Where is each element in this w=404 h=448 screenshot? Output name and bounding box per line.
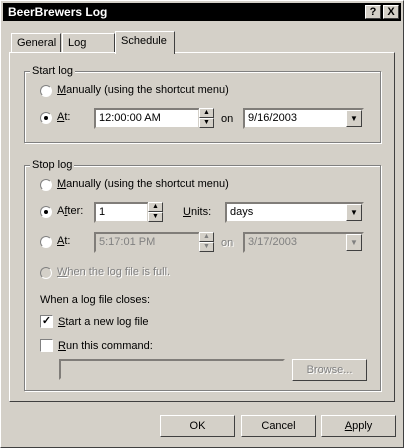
apply-hotkey: A [344, 420, 353, 432]
stop-log-legend: Stop log [30, 159, 75, 171]
cancel-button[interactable]: Cancel [241, 415, 316, 437]
stop-date-value: 3/17/2003 [248, 236, 297, 248]
schedule-panel: Start log Manually (using the shortcut m… [9, 52, 395, 402]
dropdown-arrow-icon[interactable]: ▼ [346, 234, 362, 251]
window-title: BeerBrewers Log [8, 5, 108, 19]
spin-down-icon[interactable]: ▼ [199, 118, 214, 128]
command-input[interactable] [59, 359, 285, 380]
start-manual-hotkey: M [57, 84, 67, 96]
run-command-checkbox[interactable] [40, 339, 53, 352]
apply-button[interactable]: Apply [321, 415, 396, 437]
spin-up-icon[interactable]: ▲ [199, 108, 214, 118]
spin-down-icon[interactable]: ▼ [199, 242, 214, 252]
start-log-group [24, 71, 381, 143]
apply-text: pply [352, 420, 373, 432]
start-manual-label[interactable]: Manually (using the shortcut menu) [57, 84, 229, 96]
stop-time-spinner[interactable]: ▲ ▼ [199, 232, 214, 253]
stop-manual-hotkey: M [57, 178, 67, 190]
dropdown-arrow-icon[interactable]: ▼ [346, 110, 362, 127]
stop-manual-radio[interactable] [40, 179, 52, 191]
title-bar: BeerBrewers Log ? X [3, 3, 401, 21]
radio-dot [44, 210, 48, 214]
browse-button[interactable]: Browse... [292, 359, 367, 381]
ok-button[interactable]: OK [160, 415, 235, 437]
run-cmd-text: un this command: [65, 340, 153, 352]
start-manual-radio[interactable] [40, 85, 52, 97]
dialog-window: BeerBrewers Log ? X General Log Files Sc… [0, 0, 404, 448]
units-value: days [230, 206, 254, 218]
spin-up-icon[interactable]: ▲ [199, 232, 214, 242]
when-closes-label: When a log file closes: [40, 294, 151, 306]
start-new-log-label[interactable]: Start a new log file [58, 316, 149, 328]
stop-manual-label[interactable]: Manually (using the shortcut menu) [57, 178, 229, 190]
stop-after-text: ter: [67, 205, 84, 217]
stop-on-label: on [221, 237, 234, 249]
start-log-legend: Start log [30, 65, 75, 77]
stop-when-full-radio[interactable] [40, 267, 52, 279]
start-at-label[interactable]: At: [57, 111, 70, 123]
stop-after-radio[interactable] [40, 206, 52, 218]
when-full-hotkey: W [57, 266, 68, 278]
stop-at-radio[interactable] [40, 236, 52, 248]
start-date-picker[interactable]: 9/16/2003 ▼ [243, 108, 364, 129]
stop-after-spinner[interactable]: ▲ ▼ [148, 202, 163, 223]
spin-up-icon[interactable]: ▲ [148, 202, 163, 212]
start-date-value: 9/16/2003 [248, 112, 297, 124]
help-button[interactable]: ? [365, 5, 381, 19]
start-time-spinner[interactable]: ▲ ▼ [199, 108, 214, 129]
stop-at-label[interactable]: At: [57, 235, 70, 247]
units-text: nits: [190, 206, 212, 218]
start-on-label: on [221, 113, 234, 125]
dropdown-arrow-icon[interactable]: ▼ [346, 204, 362, 221]
spin-down-icon[interactable]: ▼ [148, 212, 163, 222]
stop-log-group [24, 165, 381, 391]
stop-after-label[interactable]: After: [57, 205, 83, 217]
close-button[interactable]: X [383, 5, 399, 19]
tab-general[interactable]: General [11, 33, 61, 53]
stop-at-text: t: [64, 235, 71, 247]
tab-log-files[interactable]: Log Files [62, 33, 115, 67]
start-new-log-checkbox[interactable]: ✓ [40, 315, 53, 328]
start-manual-text: anually (using the shortcut menu) [66, 84, 229, 96]
stop-time-input[interactable]: 5:17:01 PM [94, 232, 200, 253]
tab-schedule[interactable]: Schedule [115, 31, 175, 54]
units-select[interactable]: days ▼ [225, 202, 364, 223]
units-label: Units: [183, 206, 211, 218]
stop-after-input[interactable]: 1 [94, 202, 149, 223]
run-command-label[interactable]: Run this command: [58, 340, 153, 352]
stop-manual-text: anually (using the shortcut menu) [66, 178, 229, 190]
stop-date-picker[interactable]: 3/17/2003 ▼ [243, 232, 364, 253]
start-at-text: t: [64, 111, 71, 123]
when-full-text: hen the log file is full. [67, 266, 171, 278]
units-hotkey: U [183, 206, 191, 218]
start-at-radio[interactable] [40, 112, 52, 124]
radio-dot [44, 116, 48, 120]
stop-when-full-label[interactable]: When the log file is full. [57, 266, 170, 278]
run-cmd-hotkey: R [58, 340, 66, 352]
start-time-input[interactable]: 12:00:00 AM [94, 108, 200, 129]
start-new-text: tart a new log file [65, 316, 149, 328]
